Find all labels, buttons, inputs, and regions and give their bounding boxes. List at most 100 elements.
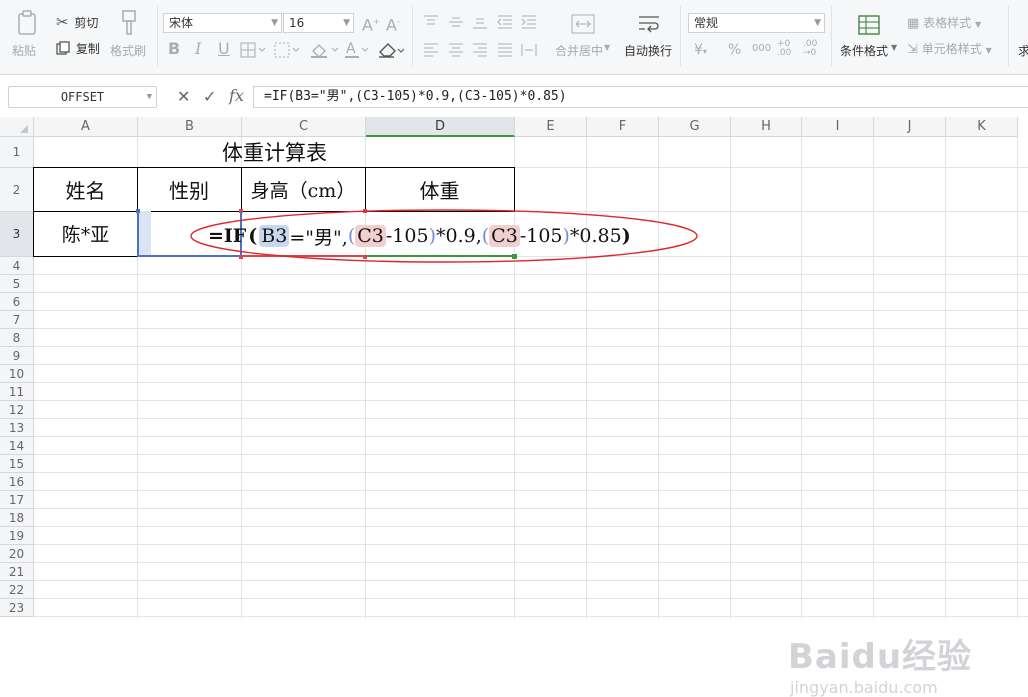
column-header-h[interactable]: H [731, 117, 802, 137]
chevron-down-icon: ▼ [814, 18, 821, 28]
row-header-22[interactable]: 22 [0, 581, 34, 599]
column-header-a[interactable]: A [34, 117, 138, 137]
align-left-icon[interactable] [423, 43, 439, 57]
column-header-j[interactable]: J [874, 117, 946, 137]
align-middle-icon[interactable] [448, 15, 464, 29]
number-format-select[interactable]: 常规 ▼ [688, 13, 825, 33]
cell-style-icon: ⇲ [907, 42, 918, 57]
align-top-icon[interactable] [423, 15, 439, 29]
row-header-7[interactable]: 7 [0, 311, 34, 329]
increase-font-icon[interactable]: A+ [362, 15, 380, 33]
cell-a3-name[interactable]: 陈*亚 [33, 211, 138, 257]
indent-decrease-icon[interactable] [497, 15, 513, 29]
format-painter-button[interactable]: 格式刷 [110, 8, 150, 64]
copy-button[interactable]: 复制 [56, 40, 100, 58]
row-header-18[interactable]: 18 [0, 509, 34, 527]
grid-line [34, 490, 1028, 491]
row-header-9[interactable]: 9 [0, 347, 34, 365]
italic-button[interactable]: I [195, 41, 201, 57]
row-header-8[interactable]: 8 [0, 329, 34, 347]
column-header-i[interactable]: I [802, 117, 874, 137]
font-color-icon[interactable]: A [344, 41, 370, 59]
grid-line [34, 274, 1028, 275]
conditional-format-button[interactable]: 条件格式 ▼ [838, 10, 900, 66]
row-header-13[interactable]: 13 [0, 419, 34, 437]
row-header-17[interactable]: 17 [0, 491, 34, 509]
indent-increase-icon[interactable] [521, 15, 537, 29]
row-header-21[interactable]: 21 [0, 563, 34, 581]
currency-icon[interactable]: ¥▾ [694, 43, 707, 59]
grid-line [34, 526, 1028, 527]
thousands-icon[interactable]: 000 [752, 42, 771, 56]
grid-line [945, 137, 946, 619]
row-header-11[interactable]: 11 [0, 383, 34, 401]
underline-button[interactable]: U [218, 41, 230, 57]
row-header-16[interactable]: 16 [0, 473, 34, 491]
justify-icon[interactable] [497, 43, 513, 57]
clear-format-icon[interactable] [274, 42, 300, 58]
header-height[interactable]: 身高（cm） [241, 167, 366, 212]
cancel-icon[interactable]: ✕ [177, 87, 190, 106]
row-header-19[interactable]: 19 [0, 527, 34, 545]
header-name[interactable]: 姓名 [33, 167, 138, 212]
annotation-ellipse [190, 209, 698, 263]
font-name-select[interactable]: 宋体 ▼ [163, 13, 282, 33]
align-right-icon[interactable] [472, 43, 488, 57]
header-gender[interactable]: 性别 [137, 167, 242, 212]
function-icon[interactable]: fx [229, 86, 244, 105]
row-header-20[interactable]: 20 [0, 545, 34, 563]
divider [831, 6, 832, 66]
select-all-corner[interactable] [0, 117, 34, 137]
row-header-2[interactable]: 2 [0, 168, 34, 212]
cell-title[interactable]: 体重计算表 [34, 137, 515, 168]
grid-line [34, 562, 1028, 563]
decrease-font-icon[interactable]: A- [386, 15, 400, 33]
row-header-23[interactable]: 23 [0, 599, 34, 617]
row-header-15[interactable]: 15 [0, 455, 34, 473]
column-header-k[interactable]: K [946, 117, 1018, 137]
paste-button[interactable]: 粘贴 [10, 8, 46, 64]
row-header-14[interactable]: 14 [0, 437, 34, 455]
name-box[interactable]: OFFSET ▼ [8, 86, 157, 108]
grid-line [34, 472, 1028, 473]
border-icon[interactable] [240, 42, 266, 58]
watermark-url: jingyan.baidu.com [790, 678, 938, 697]
chevron-down-icon: ▼ [271, 18, 278, 28]
grid-line [730, 137, 731, 619]
column-header-f[interactable]: F [587, 117, 659, 137]
column-header-e[interactable]: E [515, 117, 587, 137]
sum-label-partial[interactable]: 求 [1018, 42, 1028, 59]
row-header-5[interactable]: 5 [0, 275, 34, 293]
row-header-1[interactable]: 1 [0, 137, 34, 168]
column-header-c[interactable]: C [242, 117, 366, 137]
confirm-icon[interactable]: ✓ [203, 87, 216, 106]
distributed-icon[interactable] [521, 43, 537, 57]
align-bottom-icon[interactable] [472, 15, 488, 29]
increase-decimal-icon[interactable]: +0.00 [777, 40, 791, 58]
align-center-icon[interactable] [448, 43, 464, 57]
spreadsheet-grid[interactable]: ABCDEFGHIJK 1 2 3 4 5 6 7 8 9 10 11 12 13 14 15 16 17 18 1… [0, 117, 1028, 697]
bold-button[interactable]: B [168, 41, 180, 57]
row-header-12[interactable]: 12 [0, 401, 34, 419]
row-header-6[interactable]: 6 [0, 293, 34, 311]
cell-style-button[interactable]: ⇲ 单元格样式 ▼ [907, 40, 992, 58]
wrap-text-button[interactable]: 自动换行 [622, 10, 676, 66]
row-header-10[interactable]: 10 [0, 365, 34, 383]
column-header-d[interactable]: D [366, 117, 515, 137]
column-header-b[interactable]: B [138, 117, 242, 137]
merge-center-button[interactable]: 合并居中 ▼ [553, 10, 613, 66]
cell-style-label: 单元格样式 [921, 42, 982, 56]
column-header-g[interactable]: G [659, 117, 731, 137]
ref-corner-b3 [136, 209, 140, 213]
eraser-icon[interactable] [377, 41, 407, 59]
percent-icon[interactable]: % [728, 43, 741, 57]
header-weight[interactable]: 体重 [365, 167, 515, 212]
row-header-3[interactable]: 3 [0, 212, 34, 257]
decrease-decimal-icon[interactable]: .00 →0 [803, 40, 817, 58]
cut-button[interactable]: ✂ 剪切 [56, 13, 98, 31]
font-size-select[interactable]: 16 ▼ [283, 13, 354, 33]
row-header-4[interactable]: 4 [0, 257, 34, 275]
fill-color-icon[interactable] [310, 42, 340, 58]
table-style-button[interactable]: ▦ 表格样式 ▼ [907, 14, 981, 32]
formula-input[interactable]: =IF(B3="男",(C3-105)*0.9,(C3-105)*0.85) [253, 86, 1028, 108]
